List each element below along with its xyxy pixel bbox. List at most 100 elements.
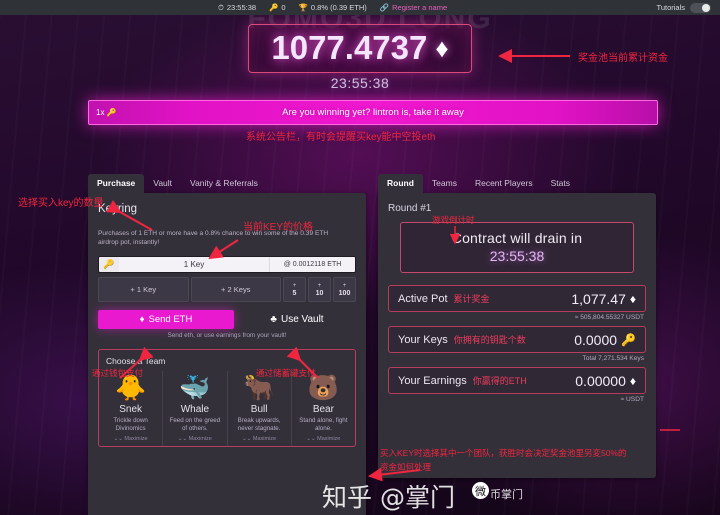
vault-icon: ♣ (270, 313, 277, 325)
add-100-keys-button[interactable]: + 100 (333, 277, 356, 302)
register-name-label: Register a name (392, 3, 448, 12)
tab-teams[interactable]: Teams (423, 174, 466, 193)
add-10-keys-button[interactable]: + 10 (308, 277, 331, 302)
top-bar-center-group: ⏱ 23:55:38 🔑 0 🏆 0.8% (0.39 ETH) 🔗 Regis… (218, 0, 447, 15)
tab-stats[interactable]: Stats (542, 174, 579, 193)
tutorials-toggle[interactable] (690, 2, 711, 13)
drain-countdown-value: 23:55:38 (489, 248, 545, 264)
stat-value: 1,077.47 (571, 290, 626, 307)
round-tabs: Round Teams Recent Players Stats (378, 174, 656, 193)
round-number-label: Round #1 (388, 203, 432, 214)
add-1-key-button[interactable]: + 1 Key (98, 277, 189, 302)
stat-row-your-earnings: Your Earnings 你赢得的ETH 0.00000 ♦ (388, 367, 646, 394)
drain-countdown-title: Contract will drain in (451, 230, 583, 246)
top-bar-timer: ⏱ 23:55:38 (218, 3, 256, 12)
team-more-label[interactable]: ⌄⌄ Maximize (102, 436, 159, 442)
watermark-main: 知乎 @掌门 (322, 483, 455, 512)
top-bar-right-group: Tutorials (657, 0, 711, 15)
add-5-keys-button[interactable]: + 5 (283, 277, 306, 302)
use-vault-button[interactable]: ♣ Use Vault (238, 310, 356, 329)
purchase-card: Keyring Purchases of 1 ETH or more have … (88, 193, 366, 515)
pot-timer: 23:55:38 (330, 75, 390, 91)
add-100-keys-value: 100 (338, 289, 351, 297)
team-description: Break upwards, never stagnate. (237, 417, 281, 432)
tutorials-label: Tutorials (656, 3, 685, 12)
bear-icon: 🐻 (307, 374, 339, 402)
team-name: Whale (180, 404, 210, 415)
tab-vanity-referrals[interactable]: Vanity & Referrals (181, 174, 267, 193)
whale-icon: 🐳 (179, 374, 211, 402)
plus-icon: + (292, 282, 297, 289)
ethereum-icon: ♦ (139, 313, 145, 325)
top-bar-keys-value: 0 (281, 3, 286, 12)
team-name: Bull (250, 404, 268, 415)
round-card: Round #1 Contract will drain in 23:55:38… (378, 193, 656, 478)
team-more-label[interactable]: ⌄⌄ Maximize (295, 436, 352, 442)
watermark-logo-icon: 微 (472, 482, 489, 499)
stat-subtext: ≈ 505,804.55327 USDT (574, 314, 644, 321)
send-eth-button[interactable]: ♦ Send ETH (98, 310, 234, 329)
trophy-icon: 🏆 (298, 2, 308, 12)
tab-recent-players[interactable]: Recent Players (466, 174, 542, 193)
purchase-tabs: Purchase Vault Vanity & Referrals (88, 174, 366, 193)
team-option-bull[interactable]: 🐂 Bull Break upwards, never stagnate. ⌄⌄… (228, 371, 292, 446)
keyring-description: Purchases of 1 ETH or more have a 0.8% c… (98, 230, 329, 246)
top-bar-airdrop: 🏆 0.8% (0.39 ETH) (299, 3, 367, 12)
annotation-banner-note: 系统公告栏，有时会提醒买key能中空投eth (246, 132, 436, 143)
stat-annotation-cn: 你赢得的ETH (472, 376, 527, 386)
purchase-panel: Purchase Vault Vanity & Referrals Keyrin… (88, 174, 366, 515)
clock-icon: ⏱ (218, 2, 224, 12)
stat-subtext: Total 7,271.534 Keys (582, 355, 644, 362)
pot-value: 1077.4737 (271, 29, 428, 66)
ethereum-icon: ♦ (435, 32, 449, 63)
ethereum-icon: ♦ (629, 291, 636, 306)
team-more-label[interactable]: ⌄⌄ Maximize (231, 436, 288, 442)
stat-annotation-cn: 累计奖金 (453, 294, 490, 304)
key-quantity-input[interactable]: 1 Key (119, 257, 269, 272)
stat-label: Active Pot (398, 292, 448, 305)
pot-display: 1077.4737 ♦ 23:55:38 (0, 24, 720, 91)
tab-vault[interactable]: Vault (144, 174, 181, 193)
quantity-button-row: + 1 Key + 2 Keys + 5 + 10 + 100 (98, 277, 356, 302)
send-eth-label: Send ETH (148, 314, 193, 325)
team-name: Bear (312, 404, 334, 415)
keyring-heading: Keyring (98, 203, 137, 215)
key-icon: 🔑 (621, 332, 636, 347)
stat-value: 0.00000 (575, 372, 626, 389)
tab-round[interactable]: Round (378, 174, 423, 193)
ethereum-icon: ♦ (629, 373, 636, 388)
top-bar: ⏱ 23:55:38 🔑 0 🏆 0.8% (0.39 ETH) 🔗 Regis… (0, 0, 720, 15)
stat-value-group: 0.0000 🔑 (574, 332, 636, 348)
team-option-snek[interactable]: 🐥 Snek Trickle down Divinomics ⌄⌄ Maximi… (99, 371, 164, 446)
stat-value-group: 1,077.47 ♦ (571, 291, 636, 307)
add-2-keys-button[interactable]: + 2 Keys (190, 277, 281, 302)
team-option-bear[interactable]: 🐻 Bear Stand alone, fight alone. ⌄⌄ Maxi… (292, 371, 355, 446)
choose-team-section: Choose a Team 🐥 Snek Trickle down Divino… (98, 349, 356, 447)
key-quantity-field[interactable]: 🔑 1 Key @ 0.0012118 ETH (98, 256, 356, 273)
pot-box: 1077.4737 ♦ (248, 24, 472, 73)
team-description: Trickle down Divinomics (113, 417, 148, 432)
add-5-keys-value: 5 (292, 289, 297, 297)
banner-message: Are you winning yet? lintron is, take it… (282, 107, 464, 118)
stat-row-your-keys: Your Keys 你拥有的钥匙个数 0.0000 🔑 (388, 326, 646, 353)
stat-row-active-pot: Active Pot 累计奖金 1,077.47 ♦ (388, 285, 646, 312)
snek-icon: 🐥 (115, 374, 147, 402)
team-more-label[interactable]: ⌄⌄ Maximize (166, 436, 223, 442)
use-vault-label: Use Vault (280, 314, 324, 325)
stat-label: Your Keys (398, 333, 448, 346)
team-description: Stand alone, fight alone. (299, 417, 348, 432)
tab-purchase[interactable]: Purchase (88, 174, 145, 193)
team-option-whale[interactable]: 🐳 Whale Feed on the greed of others. ⌄⌄ … (163, 371, 228, 446)
round-panel: Round Teams Recent Players Stats Round #… (378, 174, 656, 478)
link-icon: 🔗 (379, 2, 390, 12)
top-bar-timer-value: 23:55:38 (226, 3, 257, 12)
stat-value-group: 0.00000 ♦ (575, 373, 636, 389)
key-icon: 🔑 (99, 257, 119, 272)
key-price-display: @ 0.0012118 ETH (269, 257, 355, 272)
stat-subtext: ≈ USDT (620, 396, 644, 403)
announcement-banner[interactable]: 1x 🔑 Are you winning yet? lintron is, ta… (88, 100, 658, 125)
register-name-link[interactable]: 🔗 Register a name (380, 3, 447, 12)
app-root: FOMO3D LONG ⏱ 23:55:38 🔑 0 🏆 0.8% (0.39 … (0, 0, 720, 515)
drain-countdown-box: Contract will drain in 23:55:38 (400, 222, 634, 273)
stat-label: Your Earnings (398, 374, 467, 387)
